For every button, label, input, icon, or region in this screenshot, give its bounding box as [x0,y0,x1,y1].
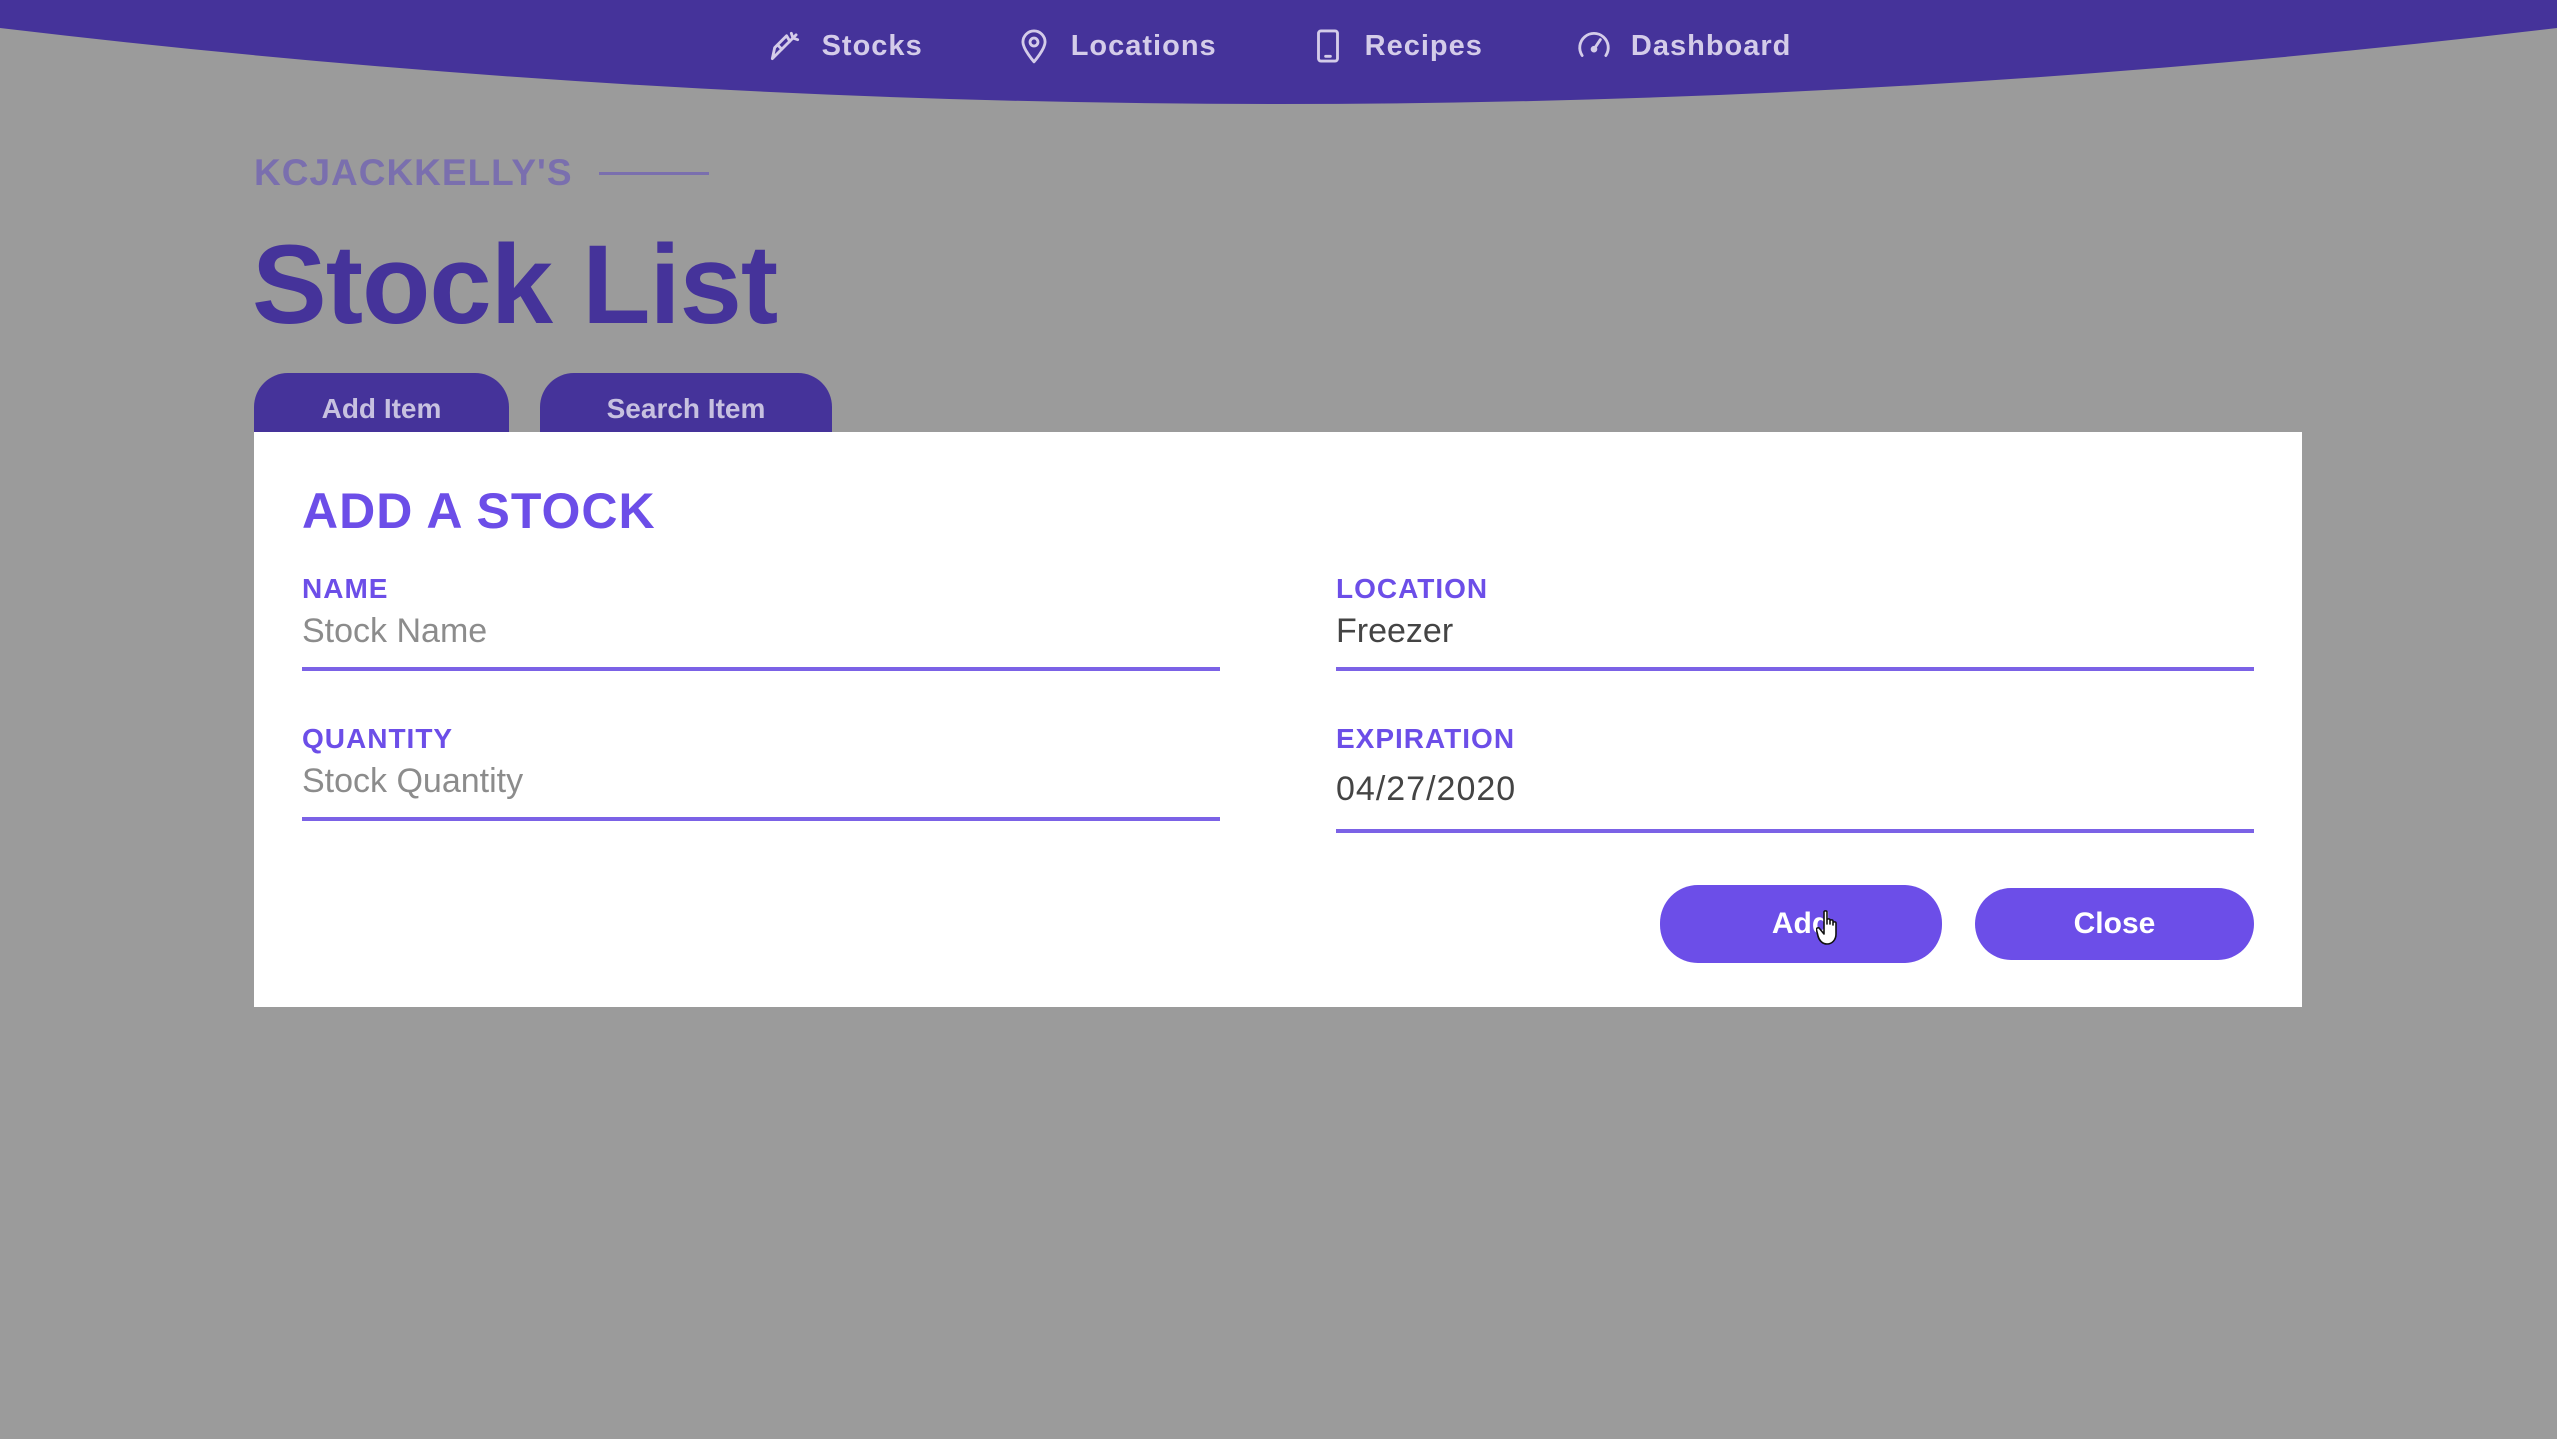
add-item-label: Add Item [321,393,442,424]
expiration-field: EXPIRATION [1336,722,2254,833]
owner-line: KCJACKKELLY'S [254,152,709,194]
quantity-label: QUANTITY [302,723,454,754]
close-button[interactable]: Close [1975,888,2254,960]
nav-label-locations: Locations [1070,29,1217,62]
name-field: NAME [302,572,1220,671]
owner-name: KCJACKKELLY'S [254,152,573,193]
hand-pointer-icon [1816,910,1837,945]
location-field: LOCATION [1336,572,2254,671]
nav-label-recipes: Recipes [1364,29,1483,62]
nav-item-stocks[interactable]: Stocks [766,27,923,65]
owner-rule [598,171,709,175]
search-item-label: Search Item [606,393,766,424]
name-input[interactable] [302,606,1220,671]
add-item-button[interactable]: Add Item [254,373,509,433]
tablet-icon [1316,29,1339,63]
location-label: LOCATION [1336,573,1489,604]
map-pin-icon [1021,29,1047,64]
add-button[interactable]: Add [1660,885,1942,963]
location-input[interactable] [1336,606,2254,671]
speedometer-icon [1578,31,1610,57]
nav-item-locations[interactable]: Locations [1015,27,1217,65]
quantity-field: QUANTITY [302,722,1220,821]
expiration-input[interactable] [1336,756,2254,833]
quantity-input[interactable] [302,756,1220,821]
add-stock-modal: ADD A STOCK NAME LOCATION QUANTITY EXPIR… [254,432,2302,1007]
modal-title: ADD A STOCK [302,483,656,539]
top-navigation: Stocks Locations Recipes Dashboard [0,0,2557,130]
name-label: NAME [302,573,389,604]
search-item-button[interactable]: Search Item [540,373,832,433]
nav-label-dashboard: Dashboard [1630,29,1792,62]
expiration-label: EXPIRATION [1336,723,1516,754]
nav-label-stocks: Stocks [821,29,923,62]
nav-item-recipes[interactable]: Recipes [1309,27,1483,65]
carrot-icon [770,31,799,61]
page-title: Stock List [252,222,778,347]
nav-item-dashboard[interactable]: Dashboard [1575,27,1791,65]
